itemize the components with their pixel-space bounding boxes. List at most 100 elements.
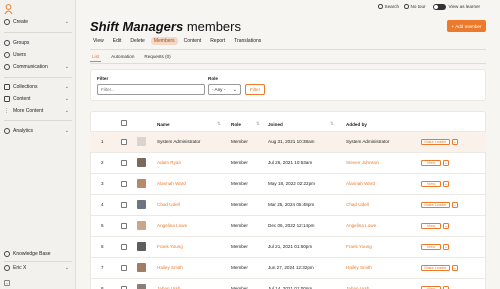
sidebar-item-label: More Content <box>13 108 44 114</box>
added-by[interactable]: Steven Johnson <box>346 160 379 165</box>
filter-button[interactable]: Filter <box>245 84 265 95</box>
view-button[interactable]: View <box>421 222 441 229</box>
member-role: Member <box>231 202 248 207</box>
collapse-sidebar-button[interactable]: ‹ <box>4 280 10 286</box>
member-name[interactable]: Angelina Lowe <box>157 223 187 228</box>
avatar <box>137 262 146 272</box>
row-checkbox[interactable] <box>121 159 127 166</box>
chevron-down-icon: ⌄ <box>64 19 69 25</box>
view-as-learner-toggle[interactable]: View as learner <box>433 3 480 10</box>
sidebar-item-knowledge-base[interactable]: Knowledge Base <box>4 250 72 258</box>
page-title: Shift Managers members <box>90 19 241 34</box>
member-role: Member <box>231 244 248 249</box>
member-role: Member <box>231 181 248 186</box>
joined-date: May 18, 2022 02:22pm <box>268 181 315 186</box>
filter-label: Filter <box>97 76 109 81</box>
sort-icon[interactable]: ⇅ <box>330 121 334 127</box>
select-all-checkbox[interactable] <box>121 120 127 126</box>
sidebar-item-collections[interactable]: Collections ⌄ <box>4 83 72 91</box>
column-header-joined[interactable]: Joined <box>268 122 283 127</box>
sort-icon[interactable]: ⇅ <box>256 121 260 127</box>
role-select[interactable]: - Any - ⌄ <box>208 84 241 95</box>
member-name[interactable]: Frank Young <box>157 244 183 249</box>
analytics-icon <box>4 128 10 134</box>
chevron-down-icon[interactable]: ⌄ <box>443 285 449 289</box>
row-number: 6 <box>101 244 104 249</box>
tab-report[interactable]: Report <box>207 37 228 45</box>
tab-view[interactable]: View <box>90 37 107 45</box>
make-leader-button[interactable]: Make Leader <box>421 201 450 208</box>
view-button[interactable]: View <box>421 159 441 166</box>
sidebar-item-label: Users <box>13 52 27 58</box>
content-icon <box>4 96 10 102</box>
tab-content[interactable]: Content <box>181 37 205 45</box>
users-icon <box>4 52 10 58</box>
column-header-role[interactable]: Role <box>231 122 241 127</box>
added-by[interactable]: Alannah Ward <box>346 181 375 186</box>
joined-date: Jul 21, 2021 01:50pm <box>268 244 313 249</box>
user-menu[interactable]: Eric X ⌄ <box>4 264 72 272</box>
subtab-list[interactable]: List <box>90 54 102 62</box>
added-by[interactable]: Frank Young <box>346 244 372 249</box>
subtab-requests[interactable]: Requests (0) <box>144 54 170 62</box>
member-name[interactable]: Hailey Smith <box>157 265 183 270</box>
member-subtabs: List Automation Requests (0) <box>90 54 181 62</box>
tab-delete[interactable]: Delete <box>127 37 147 45</box>
chevron-down-icon: ⌄ <box>64 265 69 271</box>
column-header-name[interactable]: Name <box>157 122 170 127</box>
filter-input[interactable]: Filter... <box>97 84 205 95</box>
row-checkbox[interactable] <box>121 201 127 208</box>
sidebar-item-communication[interactable]: Communication ⌄ <box>4 63 72 71</box>
sidebar-item-groups[interactable]: Groups <box>4 39 72 47</box>
chevron-down-icon[interactable]: ⌄ <box>443 180 449 187</box>
tab-members[interactable]: Members <box>150 37 178 45</box>
search-button[interactable]: Search <box>378 4 399 9</box>
sidebar-item-create[interactable]: Create ⌄ <box>4 18 72 26</box>
sort-icon[interactable]: ⇅ <box>217 121 221 127</box>
row-checkbox[interactable] <box>121 243 127 250</box>
collections-icon <box>4 84 10 90</box>
tab-edit[interactable]: Edit <box>110 37 125 45</box>
make-leader-button[interactable]: Make Leader <box>421 264 450 271</box>
tab-translations[interactable]: Translations <box>231 37 264 45</box>
row-checkbox[interactable] <box>121 180 127 187</box>
app-logo-icon[interactable] <box>4 4 13 15</box>
sidebar-item-label: Analytics <box>13 128 34 134</box>
chevron-down-icon[interactable]: ⌄ <box>452 201 458 208</box>
row-checkbox[interactable] <box>121 285 127 289</box>
chevron-down-icon[interactable]: ⌄ <box>443 159 449 166</box>
view-button[interactable]: View <box>421 285 441 289</box>
chevron-down-icon[interactable]: ⌄ <box>452 264 458 271</box>
search-label: Search <box>384 4 400 9</box>
view-button[interactable]: View <box>421 180 441 187</box>
row-checkbox[interactable] <box>121 222 127 229</box>
row-checkbox[interactable] <box>121 264 127 271</box>
chevron-down-icon[interactable]: ⌄ <box>443 222 449 229</box>
help-icon <box>404 4 409 9</box>
added-by[interactable]: Hailey Smith <box>346 265 372 270</box>
chat-icon <box>4 64 10 70</box>
added-by: System Administrator <box>346 139 390 144</box>
member-name[interactable]: Alannah Ward <box>157 181 186 186</box>
sidebar-item-analytics[interactable]: Analytics ⌄ <box>4 127 72 135</box>
member-name[interactable]: Adam Ryan <box>157 160 181 165</box>
sidebar-item-users[interactable]: Users <box>4 51 72 59</box>
divider <box>4 77 72 78</box>
make-leader-button[interactable]: Make Leader <box>421 138 450 145</box>
add-member-button[interactable]: + Add member <box>447 20 486 32</box>
sidebar-item-label: Groups <box>13 40 30 46</box>
row-checkbox[interactable] <box>121 138 127 145</box>
added-by[interactable]: Chad Udell <box>346 202 369 207</box>
added-by[interactable]: Angelina Lowe <box>346 223 376 228</box>
member-name[interactable]: Chad Udell <box>157 202 180 207</box>
tour-button[interactable]: No tour <box>404 4 426 9</box>
sidebar-item-label: Communication <box>13 64 48 70</box>
subtab-automation[interactable]: Automation <box>111 54 134 62</box>
column-header-added-by[interactable]: Added by <box>346 122 367 127</box>
sidebar-item-more-content[interactable]: ⋮ More Content ⌄ <box>4 107 72 115</box>
sidebar-item-content[interactable]: Content ⌄ <box>4 95 72 103</box>
chevron-down-icon[interactable]: ⌄ <box>443 243 449 250</box>
sidebar-item-label: Content <box>13 96 31 102</box>
chevron-down-icon[interactable]: ⌄ <box>452 138 458 145</box>
view-button[interactable]: View <box>421 243 441 250</box>
